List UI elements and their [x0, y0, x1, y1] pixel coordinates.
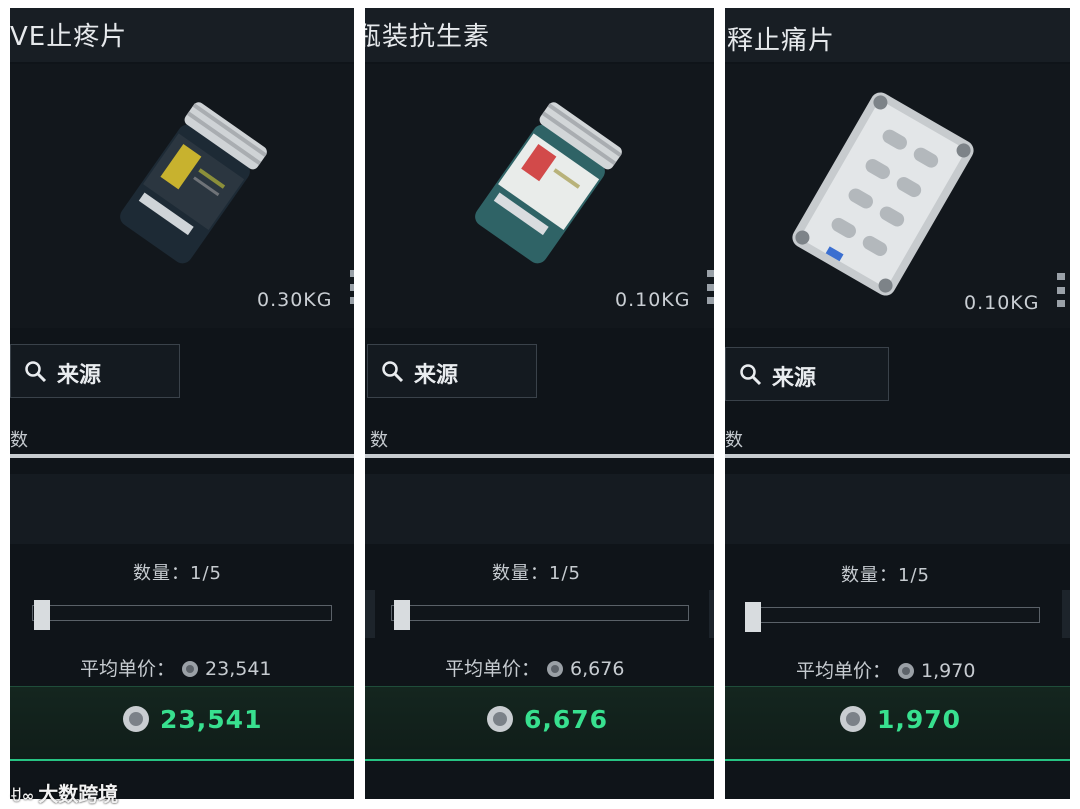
coin-icon	[839, 705, 867, 737]
item-panel-1: VE止疼片 0.30KG 来源 数 数量：1/5 平均单价： 23,541 23…	[10, 8, 354, 799]
coin-icon	[897, 662, 915, 685]
coin-icon	[486, 705, 514, 737]
item-weight: 0.10KG	[615, 289, 691, 311]
coin-icon	[546, 660, 564, 683]
slider-edge	[709, 590, 714, 638]
source-button[interactable]: 来源	[10, 344, 180, 398]
search-icon	[381, 360, 405, 388]
item-weight: 0.30KG	[257, 289, 333, 311]
section-label: 数	[370, 430, 388, 451]
quantity-slider[interactable]	[32, 605, 332, 621]
quantity-slider[interactable]	[391, 605, 689, 621]
slider-edge	[1062, 590, 1070, 638]
avg-price-label: 平均单价：	[796, 660, 892, 682]
quantity-text: 数量：1/5	[841, 565, 930, 586]
coin-icon	[122, 705, 150, 737]
avg-price-label: 平均单价：	[445, 658, 541, 680]
divider	[365, 454, 714, 458]
quantity-text: 数量：1/5	[492, 563, 581, 584]
source-button-label: 来源	[414, 363, 459, 388]
quantity-slider[interactable]	[745, 607, 1040, 623]
source-button[interactable]: 来源	[367, 344, 537, 398]
coin-icon	[181, 660, 199, 683]
search-icon	[739, 363, 763, 391]
item-title: VE止疼片	[10, 22, 128, 52]
avg-price-value: 1,970	[921, 660, 976, 682]
item-weight: 0.10KG	[964, 292, 1040, 314]
section-label: 数	[725, 430, 743, 451]
avg-price-row: 平均单价： 1,970	[796, 656, 975, 685]
watermark-logo: ꀀ∞	[10, 787, 35, 805]
total-price-value: 1,970	[877, 705, 962, 734]
avg-price-row: 平均单价： 23,541	[80, 654, 272, 683]
grid-icon	[350, 270, 354, 304]
item-title: 瓶装抗生素	[365, 22, 491, 52]
watermark: ꀀ∞ 大数跨境	[10, 778, 118, 807]
grid-icon	[707, 270, 714, 304]
item-panel-2: 瓶装抗生素 0.10KG 来源 数 数量：1/5 平均单价： 6,676 6,6…	[365, 8, 714, 799]
slider-edge	[365, 590, 375, 638]
grid-icon	[1057, 273, 1065, 307]
watermark-text: 大数跨境	[38, 782, 119, 806]
total-price-value: 6,676	[524, 705, 609, 734]
total-price-value: 23,541	[160, 705, 263, 734]
divider	[725, 454, 1070, 458]
item-image-area	[725, 64, 1070, 328]
avg-price-value: 6,676	[570, 658, 625, 680]
avg-price-value: 23,541	[205, 658, 272, 680]
source-button-label: 来源	[57, 363, 102, 388]
avg-price-label: 平均单价：	[80, 658, 176, 680]
quantity-slider-thumb[interactable]	[34, 600, 50, 630]
item-title: 释止痛片	[727, 26, 836, 56]
quantity-slider-thumb[interactable]	[745, 602, 761, 632]
section-label: 数	[10, 430, 28, 451]
source-button-label: 来源	[772, 366, 817, 391]
avg-price-row: 平均单价： 6,676	[445, 654, 624, 683]
total-price: 1,970	[839, 705, 961, 737]
total-price: 6,676	[486, 705, 608, 737]
search-icon	[24, 360, 48, 388]
total-price: 23,541	[122, 705, 262, 737]
source-button[interactable]: 来源	[725, 347, 889, 401]
quantity-slider-thumb[interactable]	[394, 600, 410, 630]
item-panel-3: 释止痛片 0.10KG 来源 数 数量：1/5 平均单价： 1,970 1,97…	[725, 8, 1070, 799]
divider	[10, 454, 354, 458]
blister-pack-image	[792, 92, 974, 296]
quantity-text: 数量：1/5	[133, 563, 222, 584]
